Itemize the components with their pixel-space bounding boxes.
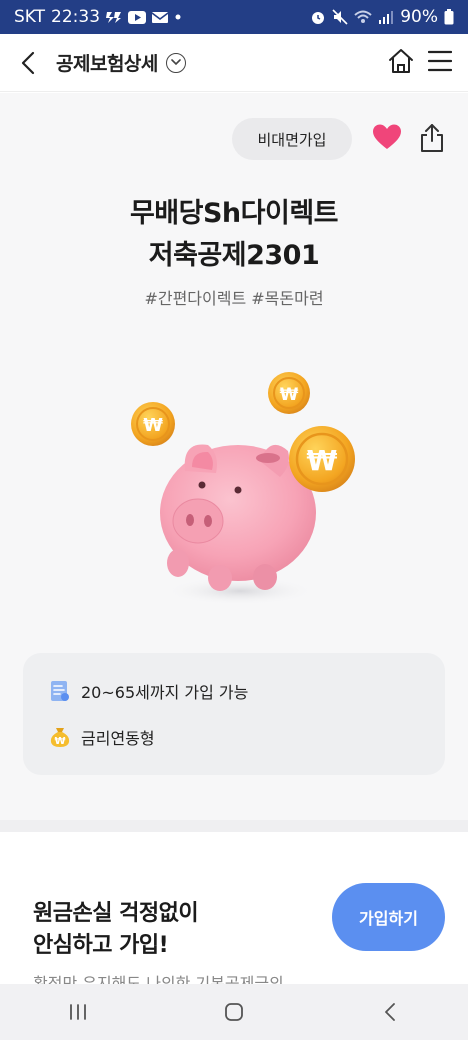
product-hashtags: #간편다이렉트 #목돈마련 <box>144 289 324 308</box>
dot-icon <box>174 13 182 21</box>
back-button[interactable] <box>0 34 56 92</box>
youtube-icon <box>128 10 147 24</box>
share-icon[interactable] <box>418 123 446 153</box>
channel-tag-button[interactable]: 비대면가입 <box>232 118 352 160</box>
heart-icon[interactable] <box>372 123 402 151</box>
mute-icon <box>332 9 348 25</box>
chevron-down-icon <box>171 59 181 66</box>
title-dropdown-button[interactable] <box>165 52 186 73</box>
coin-small-top: ₩ <box>268 372 310 414</box>
product-detail: 비대면가입 무배당Sh다이렉트 저축공제2301 #간편다이렉트 #목돈마련 ₩… <box>0 93 468 820</box>
back-nav-icon <box>385 1003 395 1021</box>
svg-text:₩: ₩ <box>280 385 299 405</box>
status-bar: SKT 22:33 90% <box>0 0 468 34</box>
home-icon <box>389 48 413 73</box>
back-icon <box>21 51 35 74</box>
wifi-icon <box>354 10 372 24</box>
product-title-line1: 무배당Sh다이렉트 <box>129 198 339 229</box>
coin-small-left: ₩ <box>131 402 175 446</box>
battery-icon <box>444 9 454 25</box>
svg-text:₩: ₩ <box>143 415 163 436</box>
app-header: 공제보험상세 <box>0 34 468 92</box>
recent-apps-icon <box>70 1004 86 1020</box>
product-title-line2: 저축공제2301 <box>148 240 320 271</box>
age-range-text: 20~65세까지 가입 가능 <box>81 683 249 702</box>
messenger-icon <box>106 10 122 24</box>
battery-label: 90% <box>400 7 438 27</box>
alarm-icon <box>310 9 326 25</box>
home-nav-icon <box>225 1003 243 1021</box>
clock: 22:33 <box>51 7 101 27</box>
svg-text:₩: ₩ <box>54 736 65 747</box>
home-button[interactable] <box>388 48 414 78</box>
signal-icon <box>378 10 394 24</box>
system-nav-bar <box>0 984 468 1040</box>
home-nav-button[interactable] <box>204 992 264 1032</box>
section-divider <box>0 820 468 832</box>
carrier-label: SKT <box>14 7 46 27</box>
promo-title: 원금손실 걱정없이 안심하고 가입! <box>33 898 199 962</box>
mail-icon <box>152 10 169 24</box>
product-title: 무배당Sh다이렉트 저축공제2301 <box>0 193 468 277</box>
menu-button[interactable] <box>427 50 453 76</box>
recent-apps-button[interactable] <box>48 992 108 1032</box>
document-icon <box>51 681 69 701</box>
svg-text:₩: ₩ <box>307 444 338 477</box>
info-card: 20~65세까지 가입 가능 ₩ 금리연동형 <box>23 653 445 775</box>
info-row-rate: ₩ 금리연동형 <box>49 725 155 749</box>
coin-large-right: ₩ <box>289 426 355 492</box>
info-row-age: 20~65세까지 가입 가능 <box>49 679 248 703</box>
promo-section: 원금손실 걱정없이 안심하고 가입! 확정만 유지해도 나의한 기본공제금의 가… <box>0 832 468 993</box>
menu-icon <box>427 50 453 71</box>
rate-type-text: 금리연동형 <box>81 729 155 748</box>
page-title: 공제보험상세 <box>56 53 158 75</box>
join-button[interactable]: 가입하기 <box>332 883 445 951</box>
piggy-bank-illustration: ₩ ₩ ₩ <box>131 372 355 605</box>
money-bag-icon: ₩ <box>50 728 70 747</box>
back-nav-button[interactable] <box>360 992 420 1032</box>
promo-title-line2: 안심하고 가입! <box>33 933 169 958</box>
promo-title-line1: 원금손실 걱정없이 <box>33 901 199 926</box>
